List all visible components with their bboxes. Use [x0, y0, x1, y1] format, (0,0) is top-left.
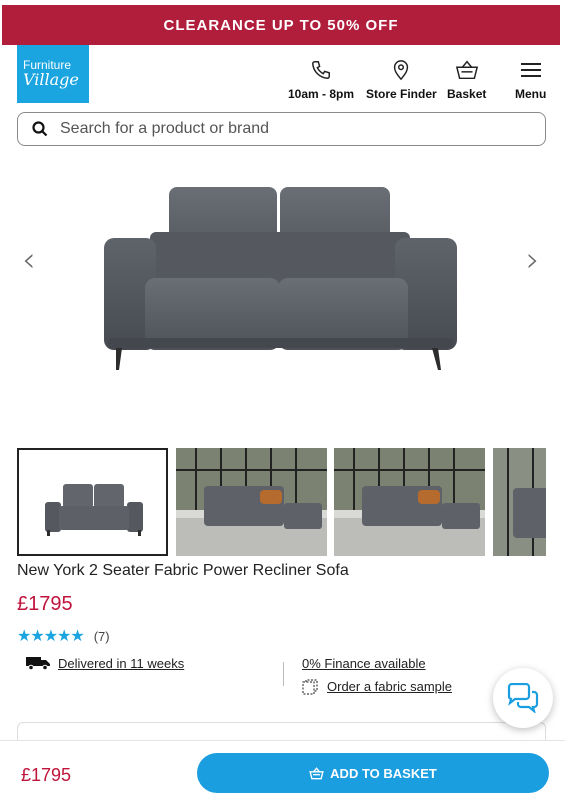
- thumbnail-room-image: [493, 448, 546, 556]
- menu-button[interactable]: Menu: [515, 59, 546, 101]
- thumbnail-room-image: [176, 448, 327, 556]
- star-rating-icon: ★★★★★: [17, 628, 85, 645]
- sticky-add-to-basket-bar: £1795 ADD TO BASKET: [0, 740, 565, 793]
- thumbnail-strip: [17, 448, 546, 556]
- thumbnail-room-image: [334, 448, 485, 556]
- phone-icon: [312, 61, 330, 79]
- info-divider: [283, 662, 284, 686]
- opening-hours-link[interactable]: 10am - 8pm: [288, 59, 354, 101]
- gallery-next-arrow[interactable]: ›: [526, 240, 540, 280]
- search-icon: [32, 121, 48, 137]
- basket-icon: [309, 766, 324, 779]
- menu-label: Menu: [515, 87, 547, 101]
- logo-line2: Village: [23, 69, 79, 89]
- add-to-basket-label: ADD TO BASKET: [330, 765, 437, 781]
- footer-price: £1795: [21, 765, 72, 785]
- thumbnail-1[interactable]: [17, 448, 168, 556]
- product-title: New York 2 Seater Fabric Power Recliner …: [17, 562, 349, 579]
- hours-label: 10am - 8pm: [288, 87, 355, 101]
- location-pin-icon: [394, 60, 409, 81]
- finance-link[interactable]: 0% Finance available: [302, 656, 426, 671]
- store-finder-label: Store Finder: [366, 87, 437, 101]
- search-input[interactable]: [60, 120, 500, 138]
- delivery-truck-icon: [26, 657, 50, 670]
- fabric-swatch-icon: [302, 679, 318, 695]
- sofa-main-image: [104, 187, 457, 370]
- thumbnail-3[interactable]: [334, 448, 485, 556]
- search-bar[interactable]: [17, 112, 546, 146]
- delivery-link[interactable]: Delivered in 11 weeks: [58, 656, 184, 671]
- product-price: £1795: [17, 593, 73, 615]
- product-image-gallery[interactable]: ‹ ›: [0, 160, 565, 440]
- store-finder-link[interactable]: Store Finder: [366, 59, 437, 101]
- review-count: (7): [93, 628, 110, 644]
- site-header: Furniture Village 10am - 8pm Store Finde…: [0, 45, 565, 107]
- promo-text: CLEARANCE UP TO 50% OFF: [163, 16, 399, 34]
- product-rating[interactable]: ★★★★★ (7): [17, 626, 110, 646]
- basket-label: Basket: [447, 87, 487, 101]
- furniture-village-logo[interactable]: Furniture Village: [17, 45, 89, 103]
- chat-widget-button[interactable]: [493, 668, 553, 728]
- thumbnail-4[interactable]: [493, 448, 546, 556]
- hamburger-menu-icon: [520, 63, 541, 77]
- promo-banner[interactable]: CLEARANCE UP TO 50% OFF: [2, 5, 560, 45]
- add-to-basket-button[interactable]: ADD TO BASKET: [197, 753, 549, 793]
- fabric-sample-link[interactable]: Order a fabric sample: [327, 679, 452, 694]
- basket-icon: [455, 60, 478, 80]
- basket-link[interactable]: Basket: [447, 59, 486, 101]
- thumbnail-2[interactable]: [176, 448, 327, 556]
- thumbnail-sofa-image: [19, 450, 166, 554]
- chat-bubbles-icon: [507, 683, 539, 713]
- gallery-prev-arrow[interactable]: ‹: [22, 240, 36, 280]
